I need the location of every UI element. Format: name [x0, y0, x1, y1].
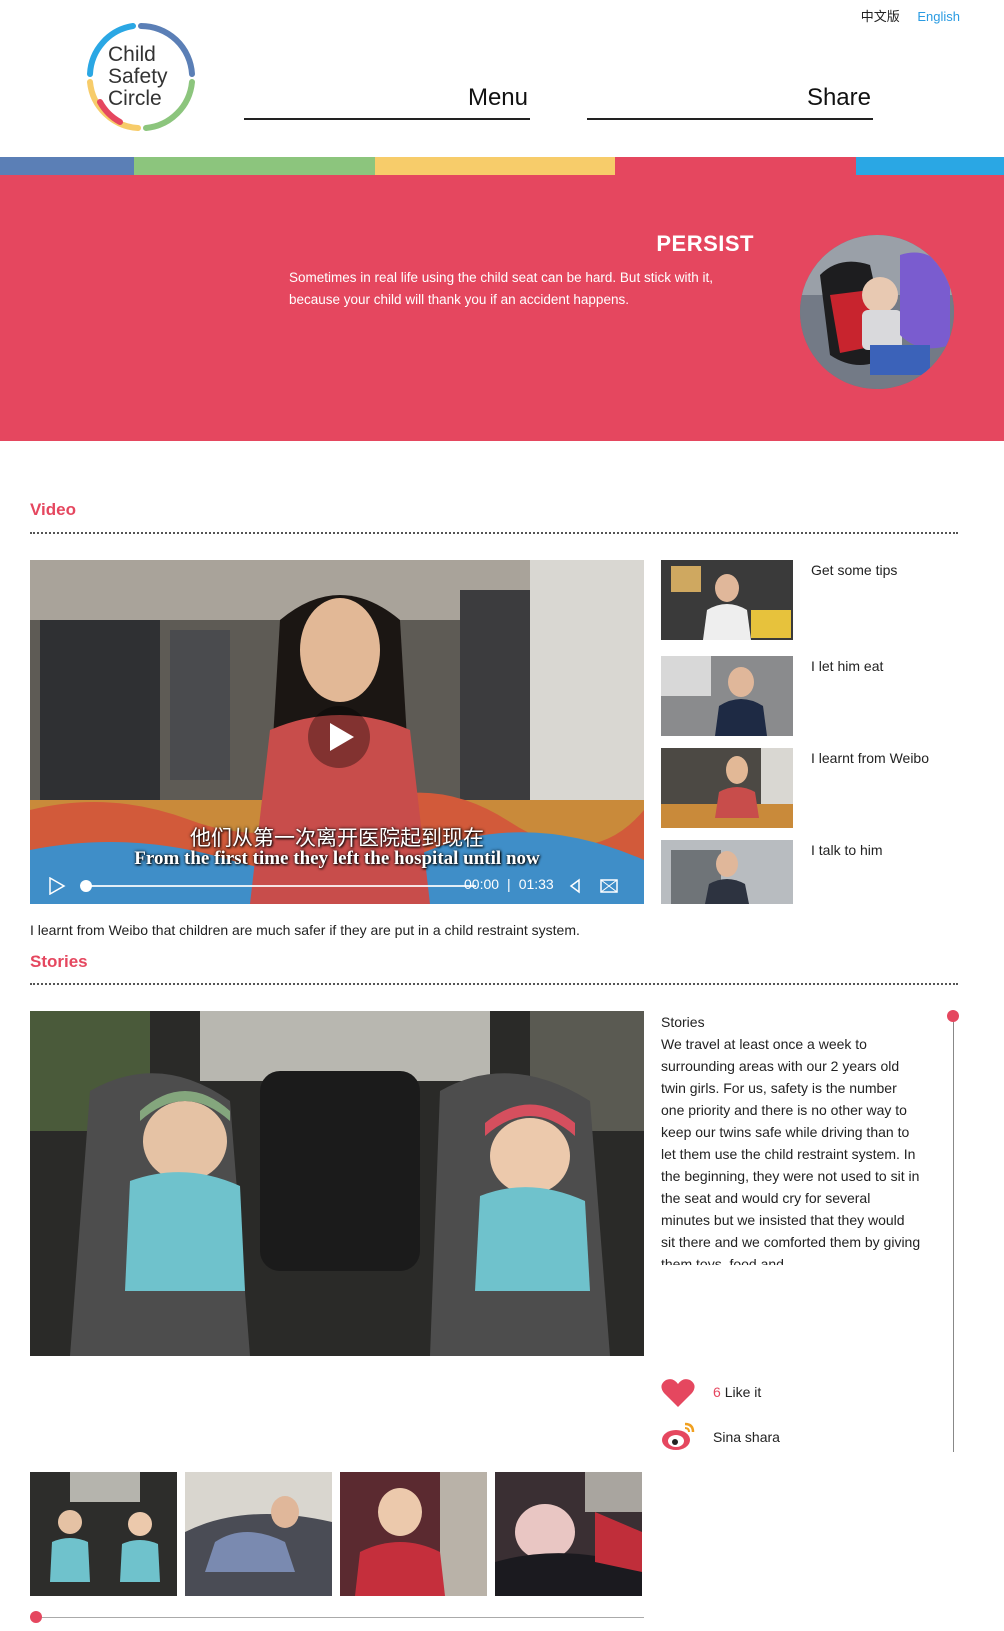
video-caption: I learnt from Weibo that children are mu… [30, 922, 580, 938]
hero-banner: PERSIST Sometimes in real life using the… [0, 175, 1004, 441]
like-button[interactable]: 6 Like it [661, 1378, 761, 1408]
time-total: 01:33 [518, 876, 554, 892]
sina-share-button[interactable]: Sina shara [661, 1420, 780, 1454]
hero-photo [800, 235, 954, 389]
stripe-yellow [375, 157, 615, 175]
gallery-thumbnail[interactable] [495, 1472, 642, 1596]
logo-text: Child Safety Circle [108, 44, 168, 110]
sina-share-label: Sina shara [713, 1429, 780, 1445]
gallery-thumbnail[interactable] [340, 1472, 487, 1596]
stripe-blue [0, 157, 134, 175]
playlist-item-label[interactable]: I learnt from Weibo [811, 750, 929, 766]
playlist-thumbnail[interactable] [661, 748, 793, 828]
stories-divider [30, 983, 958, 985]
hero-title: PERSIST [656, 231, 754, 256]
stripe-cyan [856, 157, 1004, 175]
video-player[interactable]: 他们从第一次离开医院起到现在 From the first time they … [30, 560, 644, 904]
playlist-item-label[interactable]: I talk to him [811, 842, 883, 858]
video-time: 00:00 | 01:33 [460, 876, 558, 892]
story-gallery [30, 1472, 644, 1596]
video-progress-knob[interactable] [80, 880, 92, 892]
video-subtitle-english: From the first time they left the hospit… [134, 848, 540, 869]
stripe-red [615, 157, 856, 175]
video-play-button[interactable] [308, 706, 370, 768]
video-divider [30, 532, 958, 534]
lang-chinese-link[interactable]: 中文版 [861, 9, 900, 24]
child-safety-circle-logo[interactable]: Child Safety Circle [84, 20, 198, 134]
gallery-thumbnail[interactable] [30, 1472, 177, 1596]
play-icon [330, 723, 354, 751]
logo-line-3: Circle [108, 87, 162, 110]
playlist-item-label[interactable]: I let him eat [811, 658, 883, 674]
control-play-icon[interactable] [48, 877, 66, 895]
stripe-green [134, 157, 375, 175]
story-scrollbar-handle[interactable] [947, 1010, 959, 1022]
playlist-item[interactable]: I let him eat [661, 656, 981, 736]
hero-text: Sometimes in real life using the child s… [289, 270, 713, 307]
playlist-item-label[interactable]: Get some tips [811, 562, 897, 578]
playlist-thumbnail[interactable] [661, 656, 793, 736]
like-label: Like it [724, 1384, 762, 1400]
lang-english-link[interactable]: English [917, 9, 960, 24]
language-switcher: 中文版 English [847, 6, 960, 25]
gallery-thumbnail[interactable] [185, 1472, 332, 1596]
story-text-heading: Stories [661, 1014, 705, 1030]
logo-line-2: Safety [108, 65, 168, 88]
volume-icon[interactable] [566, 878, 582, 894]
story-text: Stories We travel at least once a week t… [661, 1011, 921, 1265]
playlist-item[interactable]: I talk to him [661, 840, 981, 920]
like-count-text: 6 Like it [713, 1384, 761, 1400]
video-progress-track[interactable] [86, 885, 476, 887]
story-scrollbar-track[interactable] [953, 1016, 954, 1452]
time-separator: | [507, 876, 511, 892]
color-stripe [0, 157, 1004, 175]
time-current: 00:00 [464, 876, 500, 892]
story-main-photo[interactable] [30, 1011, 644, 1356]
nav-share[interactable]: Share [587, 84, 873, 120]
stories-section-title: Stories [30, 952, 88, 971]
heart-icon [661, 1379, 695, 1407]
logo-line-1: Child [108, 43, 156, 66]
fullscreen-icon[interactable] [600, 878, 618, 894]
playlist-thumbnail[interactable] [661, 840, 793, 920]
like-count: 6 [713, 1384, 721, 1400]
nav-menu[interactable]: Menu [244, 84, 530, 120]
gallery-scrollbar-handle[interactable] [30, 1611, 42, 1623]
story-text-body: We travel at least once a week to surrou… [661, 1036, 921, 1265]
gallery-scrollbar-track[interactable] [36, 1617, 644, 1618]
sina-weibo-icon [662, 1422, 695, 1450]
playlist-item[interactable]: I learnt from Weibo [661, 748, 981, 828]
video-controls: 00:00 | 01:33 [30, 868, 644, 904]
playlist-thumbnail[interactable] [661, 560, 793, 640]
video-section-title: Video [30, 500, 76, 519]
playlist-item[interactable]: Get some tips [661, 560, 981, 640]
